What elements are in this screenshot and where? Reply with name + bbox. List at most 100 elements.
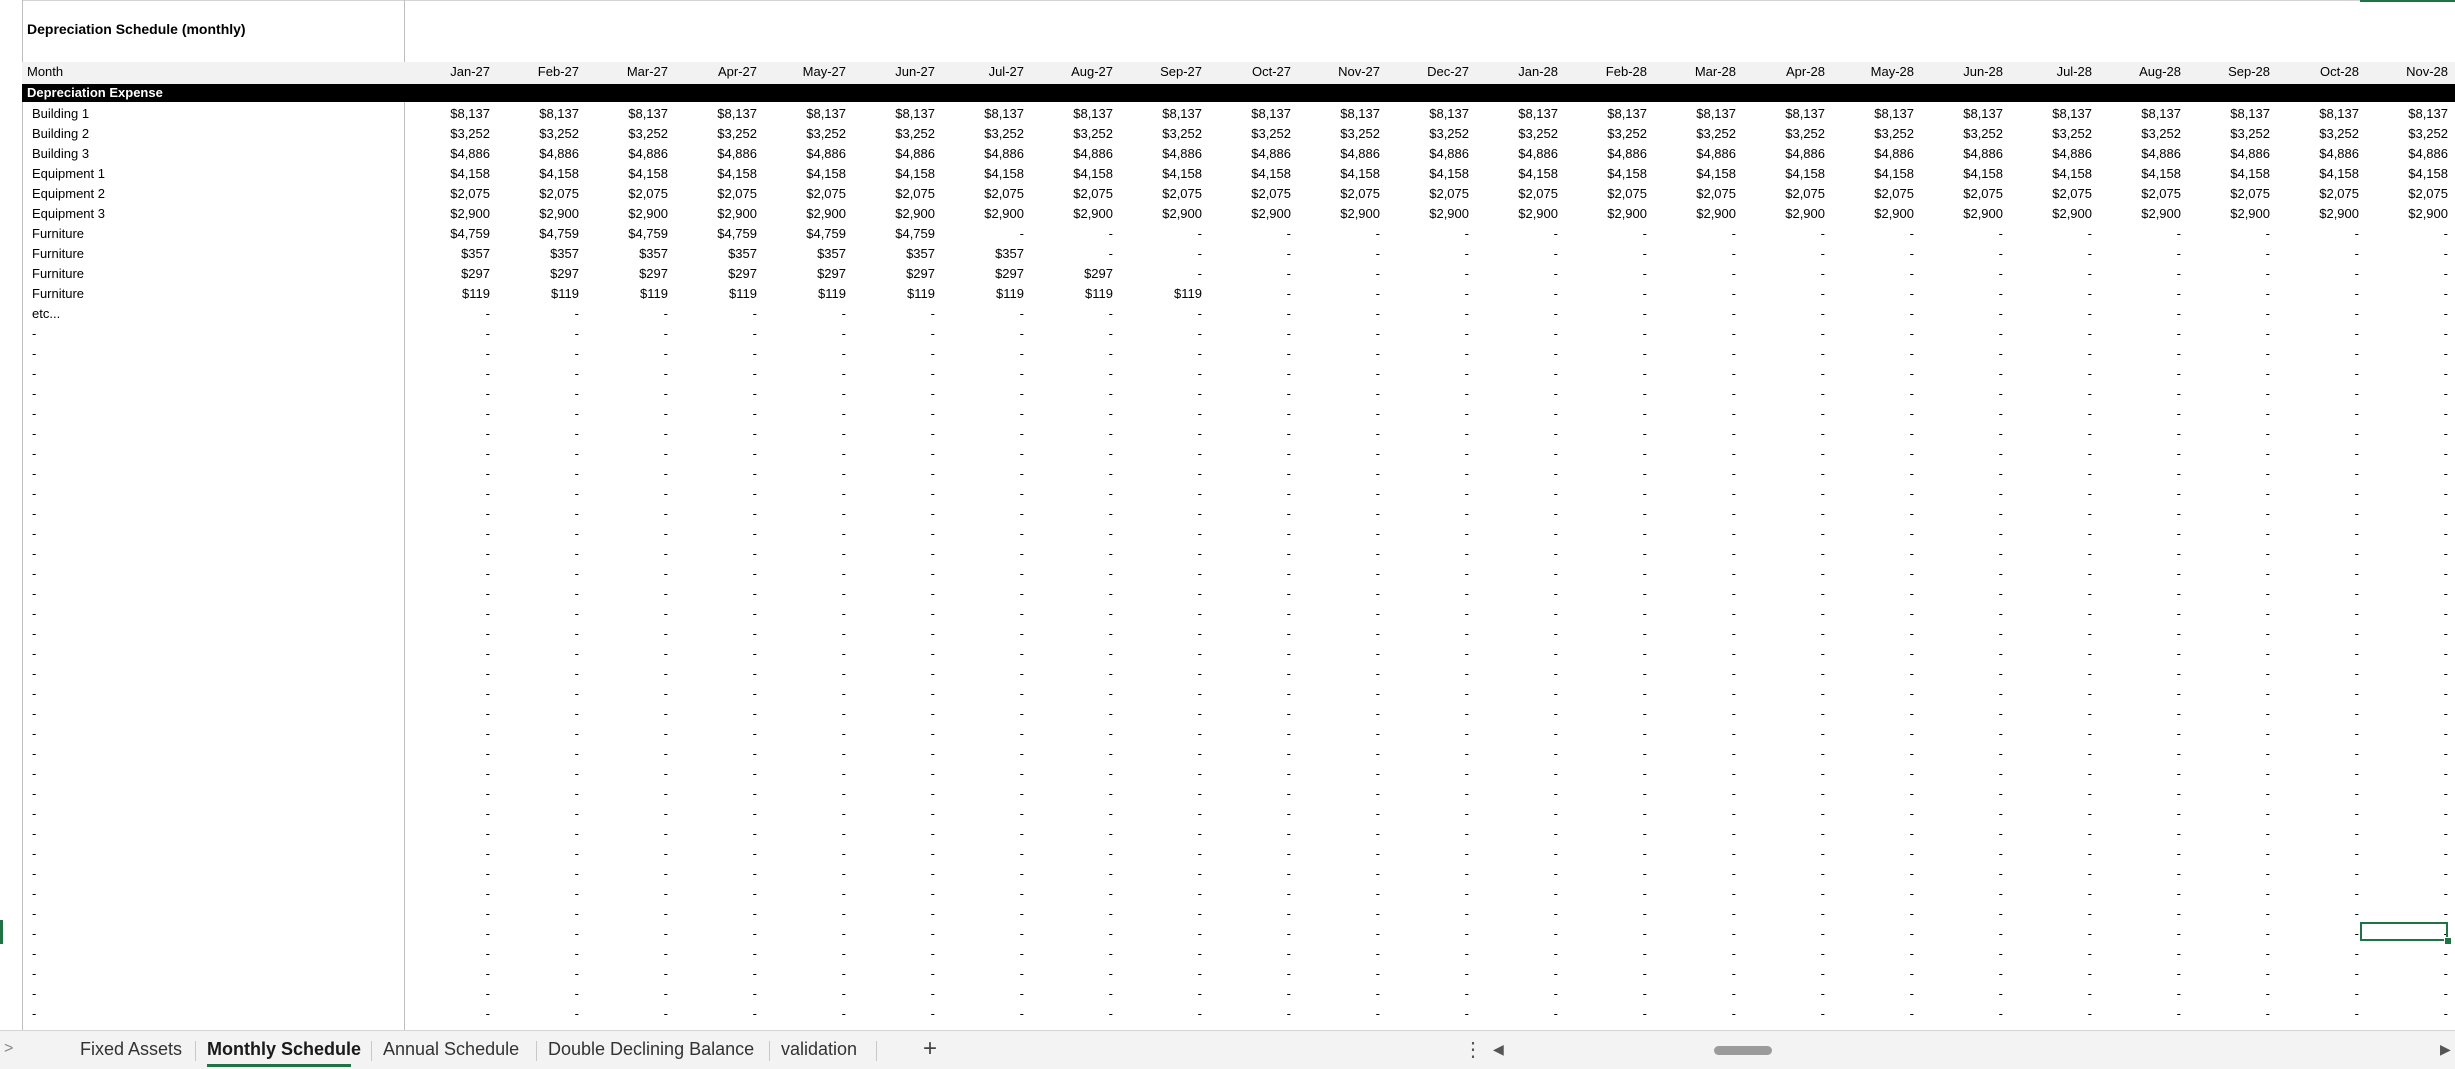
blank-value-cell[interactable]: -	[1561, 686, 1647, 701]
month-header-label[interactable]: Month	[27, 64, 63, 79]
blank-value-cell[interactable]: -	[2095, 626, 2181, 641]
blank-value-cell[interactable]: -	[1561, 546, 1647, 561]
blank-value-cell[interactable]: -	[760, 446, 846, 461]
value-cell[interactable]: $2,900	[849, 206, 935, 221]
blank-value-cell[interactable]: -	[1116, 366, 1202, 381]
blank-value-cell[interactable]: -	[2362, 466, 2448, 481]
value-cell[interactable]: -	[1650, 266, 1736, 281]
value-cell[interactable]: $4,158	[1027, 166, 1113, 181]
blank-value-cell[interactable]: -	[1561, 706, 1647, 721]
blank-value-cell[interactable]: -	[1027, 526, 1113, 541]
blank-value-cell[interactable]: -	[2362, 646, 2448, 661]
month-header-cell[interactable]: Apr-28	[1739, 64, 1825, 79]
blank-value-cell[interactable]: -	[2095, 966, 2181, 981]
value-cell[interactable]: $119	[1116, 286, 1202, 301]
value-cell[interactable]: $2,900	[1294, 206, 1380, 221]
blank-value-cell[interactable]: -	[1383, 1006, 1469, 1021]
value-cell[interactable]: $4,886	[1739, 146, 1825, 161]
sheet-tab[interactable]: Monthly Schedule	[207, 1039, 361, 1060]
blank-value-cell[interactable]: -	[849, 666, 935, 681]
blank-value-cell[interactable]: -	[1294, 406, 1380, 421]
value-cell[interactable]: $2,075	[2273, 186, 2359, 201]
blank-value-cell[interactable]: -	[1472, 466, 1558, 481]
blank-value-cell[interactable]: -	[2273, 426, 2359, 441]
blank-value-cell[interactable]: -	[1561, 846, 1647, 861]
blank-value-cell[interactable]: -	[1561, 406, 1647, 421]
blank-value-cell[interactable]: -	[2362, 426, 2448, 441]
blank-value-cell[interactable]: -	[1383, 946, 1469, 961]
value-cell[interactable]: $8,137	[1828, 106, 1914, 121]
value-cell[interactable]: $4,158	[1917, 166, 2003, 181]
blank-row-label[interactable]: -	[32, 826, 36, 841]
blank-value-cell[interactable]: -	[849, 566, 935, 581]
blank-value-cell[interactable]: -	[1116, 686, 1202, 701]
blank-value-cell[interactable]: -	[2184, 606, 2270, 621]
blank-value-cell[interactable]: -	[1116, 666, 1202, 681]
blank-value-cell[interactable]: -	[2095, 686, 2181, 701]
value-cell[interactable]: $3,252	[760, 126, 846, 141]
blank-value-cell[interactable]: -	[1027, 586, 1113, 601]
blank-value-cell[interactable]: -	[760, 726, 846, 741]
blank-value-cell[interactable]: -	[2095, 806, 2181, 821]
blank-value-cell[interactable]: -	[2095, 426, 2181, 441]
blank-value-cell[interactable]: -	[1650, 806, 1736, 821]
blank-value-cell[interactable]: -	[1472, 706, 1558, 721]
blank-value-cell[interactable]: -	[671, 926, 757, 941]
blank-value-cell[interactable]: -	[2273, 1006, 2359, 1021]
value-cell[interactable]: $3,252	[938, 126, 1024, 141]
blank-value-cell[interactable]: -	[1027, 486, 1113, 501]
blank-value-cell[interactable]: -	[1027, 466, 1113, 481]
blank-value-cell[interactable]: -	[1917, 766, 2003, 781]
blank-value-cell[interactable]: -	[2184, 486, 2270, 501]
blank-row-label[interactable]: -	[32, 686, 36, 701]
blank-value-cell[interactable]: -	[1739, 606, 1825, 621]
blank-value-cell[interactable]: -	[2095, 926, 2181, 941]
blank-value-cell[interactable]: -	[1294, 906, 1380, 921]
blank-value-cell[interactable]: -	[2362, 446, 2448, 461]
blank-value-cell[interactable]: -	[1650, 626, 1736, 641]
blank-value-cell[interactable]: -	[849, 386, 935, 401]
value-cell[interactable]: -	[1828, 306, 1914, 321]
month-header-cell[interactable]: Feb-27	[493, 64, 579, 79]
blank-value-cell[interactable]: -	[1294, 946, 1380, 961]
value-cell[interactable]: $8,137	[2273, 106, 2359, 121]
value-cell[interactable]: $357	[671, 246, 757, 261]
blank-value-cell[interactable]: -	[1739, 666, 1825, 681]
blank-value-cell[interactable]: -	[1472, 886, 1558, 901]
blank-value-cell[interactable]: -	[671, 946, 757, 961]
value-cell[interactable]: $357	[938, 246, 1024, 261]
value-cell[interactable]: $2,900	[1739, 206, 1825, 221]
blank-value-cell[interactable]: -	[582, 366, 668, 381]
blank-value-cell[interactable]: -	[404, 426, 490, 441]
blank-value-cell[interactable]: -	[2184, 926, 2270, 941]
blank-value-cell[interactable]: -	[849, 866, 935, 881]
blank-value-cell[interactable]: -	[2273, 566, 2359, 581]
blank-value-cell[interactable]: -	[760, 766, 846, 781]
value-cell[interactable]: $297	[404, 266, 490, 281]
blank-value-cell[interactable]: -	[1917, 746, 2003, 761]
blank-value-cell[interactable]: -	[582, 766, 668, 781]
value-cell[interactable]: $8,137	[582, 106, 668, 121]
blank-value-cell[interactable]: -	[1027, 386, 1113, 401]
value-cell[interactable]: $3,252	[671, 126, 757, 141]
value-cell[interactable]: $8,137	[1472, 106, 1558, 121]
value-cell[interactable]: -	[1116, 226, 1202, 241]
blank-value-cell[interactable]: -	[2095, 346, 2181, 361]
blank-value-cell[interactable]: -	[1739, 466, 1825, 481]
blank-value-cell[interactable]: -	[493, 526, 579, 541]
blank-value-cell[interactable]: -	[938, 606, 1024, 621]
blank-value-cell[interactable]: -	[1027, 706, 1113, 721]
value-cell[interactable]: $119	[938, 286, 1024, 301]
value-cell[interactable]: $4,886	[938, 146, 1024, 161]
blank-value-cell[interactable]: -	[1917, 986, 2003, 1001]
blank-value-cell[interactable]: -	[1828, 606, 1914, 621]
blank-value-cell[interactable]: -	[1116, 706, 1202, 721]
value-cell[interactable]: $8,137	[849, 106, 935, 121]
value-cell[interactable]: $297	[760, 266, 846, 281]
value-cell[interactable]: $4,158	[1561, 166, 1647, 181]
add-sheet-icon[interactable]: +	[923, 1035, 937, 1063]
blank-row-label[interactable]: -	[32, 726, 36, 741]
blank-value-cell[interactable]: -	[1828, 666, 1914, 681]
blank-value-cell[interactable]: -	[2362, 346, 2448, 361]
blank-value-cell[interactable]: -	[1027, 746, 1113, 761]
